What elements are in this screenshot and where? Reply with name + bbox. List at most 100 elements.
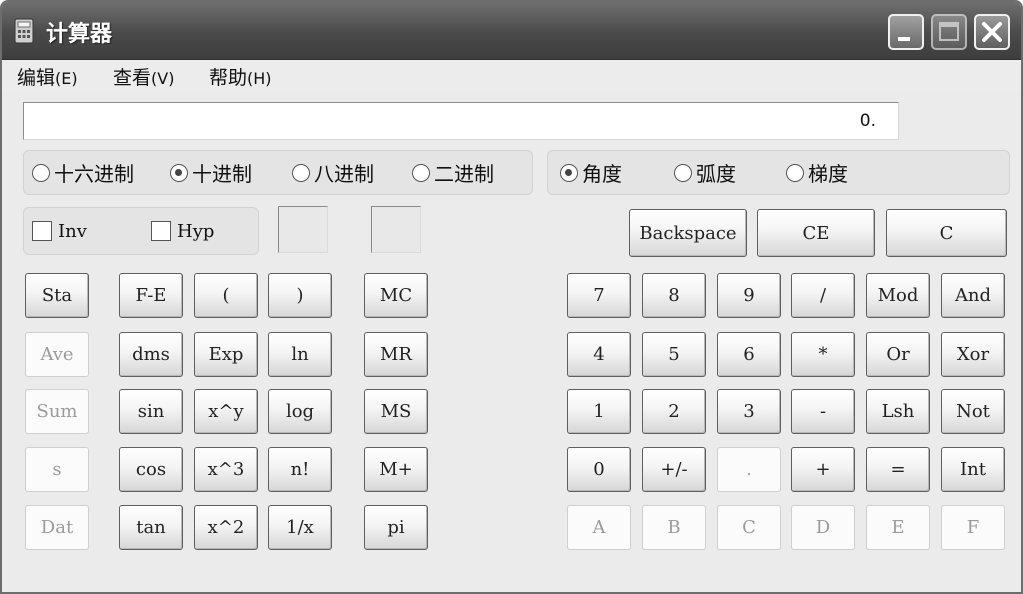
radio-dec-dot bbox=[170, 163, 188, 182]
radio-bin-dot bbox=[412, 163, 430, 182]
checkbox-hyp[interactable]: Hyp bbox=[151, 208, 214, 254]
key-x-pow-y[interactable]: x^y bbox=[194, 389, 258, 434]
radio-dec[interactable]: 十进制 bbox=[170, 151, 252, 194]
menu-edit-label: 编辑 bbox=[17, 67, 56, 89]
key-add[interactable]: + bbox=[791, 447, 855, 492]
menu-edit[interactable]: 编辑(E) bbox=[17, 63, 78, 90]
key-log[interactable]: log bbox=[268, 389, 332, 434]
memory-indicator bbox=[371, 206, 421, 253]
key-not[interactable]: Not bbox=[941, 389, 1005, 434]
key-exp[interactable]: Exp bbox=[194, 332, 258, 377]
key-fe[interactable]: F-E bbox=[119, 273, 183, 318]
key-hex-a[interactable]: A bbox=[567, 505, 631, 550]
clear-button[interactable]: C bbox=[886, 209, 1007, 257]
key-7[interactable]: 7 bbox=[567, 273, 631, 318]
key-9[interactable]: 9 bbox=[717, 273, 781, 318]
key-ms[interactable]: MS bbox=[364, 389, 428, 434]
key-tan[interactable]: tan bbox=[119, 505, 183, 550]
key-x-squared[interactable]: x^2 bbox=[194, 505, 258, 550]
radio-radians-label: 弧度 bbox=[696, 162, 736, 186]
key-sum[interactable]: Sum bbox=[25, 389, 89, 434]
title-bar[interactable]: 计算器 bbox=[2, 2, 1021, 60]
radio-hex[interactable]: 十六进制 bbox=[32, 151, 134, 194]
key-m-plus[interactable]: M+ bbox=[364, 447, 428, 492]
key-reciprocal[interactable]: 1/x bbox=[268, 505, 332, 550]
key-ln[interactable]: ln bbox=[268, 332, 332, 377]
menu-help[interactable]: 帮助(H) bbox=[209, 63, 272, 90]
result-display: 0. bbox=[23, 102, 899, 140]
calculator-window: 计算器 编辑(E) 查看(V) 帮助(H) 0. 十六进制 十进制 八进制 二进… bbox=[0, 0, 1023, 594]
key-xor[interactable]: Xor bbox=[941, 332, 1005, 377]
key-and[interactable]: And bbox=[941, 273, 1005, 318]
key-int[interactable]: Int bbox=[941, 447, 1005, 492]
close-icon bbox=[982, 22, 1002, 42]
key-1[interactable]: 1 bbox=[567, 389, 631, 434]
key-6[interactable]: 6 bbox=[717, 332, 781, 377]
radio-oct[interactable]: 八进制 bbox=[292, 151, 374, 194]
inv-hyp-group: Inv Hyp bbox=[23, 207, 259, 255]
close-button[interactable] bbox=[974, 14, 1010, 50]
radio-grads-label: 梯度 bbox=[808, 162, 848, 186]
key-s[interactable]: s bbox=[25, 447, 89, 492]
menu-help-accel: (H) bbox=[247, 69, 272, 88]
key-subtract[interactable]: - bbox=[791, 389, 855, 434]
key-sin[interactable]: sin bbox=[119, 389, 183, 434]
menu-help-label: 帮助 bbox=[209, 67, 248, 89]
key-hex-c[interactable]: C bbox=[717, 505, 781, 550]
maximize-button[interactable] bbox=[931, 14, 967, 50]
key-0[interactable]: 0 bbox=[567, 447, 631, 492]
window-title: 计算器 bbox=[46, 22, 113, 47]
key-hex-b[interactable]: B bbox=[642, 505, 706, 550]
key-mr[interactable]: MR bbox=[364, 332, 428, 377]
radio-degrees[interactable]: 角度 bbox=[560, 151, 622, 194]
key-lsh[interactable]: Lsh bbox=[866, 389, 930, 434]
menu-view-accel: (V) bbox=[151, 69, 175, 88]
radio-bin[interactable]: 二进制 bbox=[412, 151, 494, 194]
key-4[interactable]: 4 bbox=[567, 332, 631, 377]
clear-entry-button[interactable]: CE bbox=[757, 209, 875, 257]
backspace-button[interactable]: Backspace bbox=[629, 209, 747, 257]
key-open-paren[interactable]: ( bbox=[194, 273, 258, 318]
key-5[interactable]: 5 bbox=[642, 332, 706, 377]
checkbox-inv[interactable]: Inv bbox=[32, 208, 87, 254]
key-pi[interactable]: pi bbox=[364, 505, 428, 550]
radio-grads-dot bbox=[786, 163, 804, 182]
key-close-paren[interactable]: ) bbox=[268, 273, 332, 318]
minimize-button[interactable] bbox=[888, 14, 924, 50]
radio-radians-dot bbox=[674, 163, 692, 182]
key-ave[interactable]: Ave bbox=[25, 332, 89, 377]
key-divide[interactable]: / bbox=[791, 273, 855, 318]
key-decimal[interactable]: . bbox=[717, 447, 781, 492]
key-hex-d[interactable]: D bbox=[791, 505, 855, 550]
key-cos[interactable]: cos bbox=[119, 447, 183, 492]
key-sta[interactable]: Sta bbox=[25, 273, 89, 318]
radio-grads[interactable]: 梯度 bbox=[786, 151, 848, 194]
key-x-cubed[interactable]: x^3 bbox=[194, 447, 258, 492]
key-3[interactable]: 3 bbox=[717, 389, 781, 434]
key-dms[interactable]: dms bbox=[119, 332, 183, 377]
key-mod[interactable]: Mod bbox=[866, 273, 930, 318]
key-mc[interactable]: MC bbox=[364, 273, 428, 318]
menu-view[interactable]: 查看(V) bbox=[113, 63, 174, 90]
key-factorial[interactable]: n! bbox=[268, 447, 332, 492]
radio-degrees-dot bbox=[560, 163, 578, 182]
radio-radians[interactable]: 弧度 bbox=[674, 151, 736, 194]
key-8[interactable]: 8 bbox=[642, 273, 706, 318]
checkbox-inv-label: Inv bbox=[58, 220, 87, 242]
radio-oct-dot bbox=[292, 163, 310, 182]
key-hex-f[interactable]: F bbox=[941, 505, 1005, 550]
parenthesis-indicator bbox=[278, 206, 328, 253]
key-hex-e[interactable]: E bbox=[866, 505, 930, 550]
calculator-app-icon bbox=[14, 18, 34, 44]
key-dat[interactable]: Dat bbox=[25, 505, 89, 550]
key-multiply[interactable]: * bbox=[791, 332, 855, 377]
key-or[interactable]: Or bbox=[866, 332, 930, 377]
key-negate[interactable]: +/- bbox=[642, 447, 706, 492]
radio-hex-dot bbox=[32, 163, 50, 182]
angle-unit-group: 角度 弧度 梯度 bbox=[547, 150, 1010, 195]
key-equals[interactable]: = bbox=[866, 447, 930, 492]
key-2[interactable]: 2 bbox=[642, 389, 706, 434]
checkbox-inv-box bbox=[32, 221, 52, 241]
radio-degrees-label: 角度 bbox=[582, 162, 622, 186]
radio-oct-label: 八进制 bbox=[314, 162, 374, 186]
